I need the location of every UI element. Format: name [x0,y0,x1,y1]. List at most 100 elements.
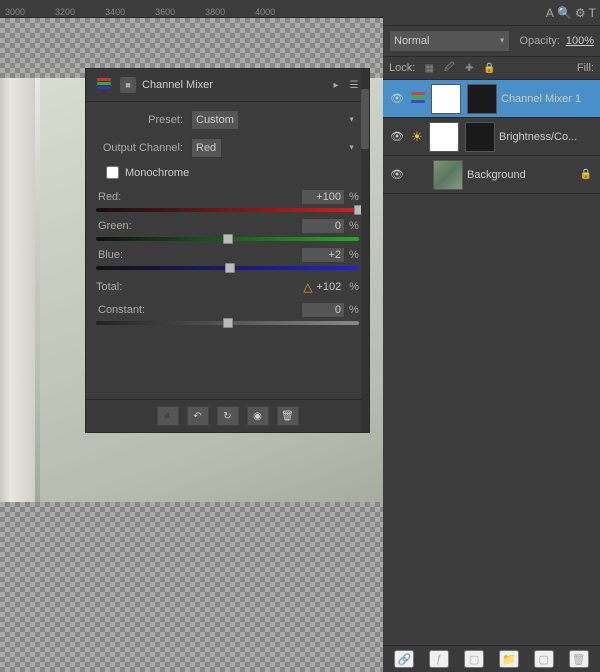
lock-icons: ▦ 🖉 ✚ 🔒 [421,60,497,76]
visibility-button[interactable]: ◉ [247,406,269,426]
red-unit: % [349,191,359,203]
fill-label: Fill: [577,62,594,74]
new-group-button[interactable]: 📁 [499,650,519,668]
layer-row-background[interactable]: 👁 Background 🔒 [383,156,600,194]
layer-mask-thumb-1 [467,84,497,114]
previous-state-button[interactable]: ↶ [187,406,209,426]
green-value-area: % [301,218,359,234]
layer-visibility-1[interactable]: 👁 [389,91,405,107]
output-channel-row: Output Channel: Red [96,138,359,158]
preset-label: Preset: [96,114,191,126]
panel-menu-button[interactable]: ☰ [347,78,361,92]
add-mask-button[interactable]: ▢ [464,650,484,668]
panel-body: Preset: Custom Output Channel: Red [86,102,369,399]
strip-settings-button[interactable]: ⚙ [575,6,586,20]
lock-image-button[interactable]: 🖉 [441,60,457,76]
panel-header: ■ Channel Mixer ▸ ☰ [86,69,369,102]
strip-tool-1[interactable]: A [546,6,554,20]
constant-slider-header: Constant: % [96,302,359,318]
delete-layer-button[interactable]: 🗑 [569,650,589,668]
delete-button[interactable]: 🗑 [277,406,299,426]
layer-type-icon-1 [409,90,427,108]
red-value-input[interactable] [301,189,345,205]
red-slider-section: Red: % [96,189,359,212]
green-label: Green: [96,220,132,232]
opacity-value[interactable]: 100% [566,35,594,47]
red-value-area: % [301,189,359,205]
constant-label: Constant: [96,304,145,316]
add-to-canvas-button[interactable]: ◾ [157,406,179,426]
layer-type-icon-2: ☀ [409,129,425,145]
lock-all-button[interactable]: 🔒 [481,60,497,76]
blue-slider-thumb[interactable] [225,263,235,273]
opacity-label: Opacity: [520,35,560,47]
red-slider-header: Red: % [96,189,359,205]
layer-thumb-2 [429,122,459,152]
output-channel-select-wrapper[interactable]: Red [191,138,359,158]
blend-mode-bar: Normal Opacity: 100% [383,26,600,57]
monochrome-checkbox[interactable] [106,166,119,179]
blend-mode-select[interactable]: Normal [389,30,510,52]
monochrome-row[interactable]: Monochrome [96,166,359,179]
green-value-input[interactable] [301,218,345,234]
transparency-checker-bottom [0,502,383,672]
layer-lock-icon-3: 🔒 [578,167,594,183]
blue-slider-track[interactable] [96,266,359,270]
green-slider-section: Green: % [96,218,359,241]
panel-scrollbar[interactable] [361,69,369,432]
layer-name-1: Channel Mixer 1 [501,93,594,105]
lock-transparency-button[interactable]: ▦ [421,60,437,76]
reset-button[interactable]: ↻ [217,406,239,426]
lock-position-button[interactable]: ✚ [461,60,477,76]
preset-row: Preset: Custom [96,110,359,130]
properties-panel: ■ Channel Mixer ▸ ☰ Preset: [85,68,370,433]
constant-slider-thumb[interactable] [223,318,233,328]
constant-value-input[interactable] [301,302,345,318]
warning-icon: △ [303,280,312,294]
ruler-top: 3000 3200 3400 3600 3800 4000 [0,0,383,18]
channel-mixer-icon [94,75,114,95]
new-layer-button[interactable]: ▢ [534,650,554,668]
canvas-content: ■ Channel Mixer ▸ ☰ Preset: [0,18,383,672]
blue-slider-section: Blue: % [96,247,359,270]
constant-value-area: % [301,302,359,318]
total-value: +102 [316,281,341,293]
link-layers-button[interactable]: 🔗 [394,650,414,668]
green-slider-header: Green: % [96,218,359,234]
constant-slider-track[interactable] [96,321,359,325]
layer-visibility-2[interactable]: 👁 [389,129,405,145]
green-slider-track[interactable] [96,237,359,241]
preset-select-wrapper[interactable]: Custom [191,110,359,130]
layer-row-channel-mixer[interactable]: 👁 Channel Mixer 1 [383,80,600,118]
layer-thumb-1 [431,84,461,114]
canvas-area: 3000 3200 3400 3600 3800 4000 [0,0,383,672]
red-label: Red: [96,191,121,203]
strip-search-button[interactable]: 🔍 [557,6,572,20]
add-style-button[interactable]: ƒ [429,650,449,668]
blend-mode-select-wrapper[interactable]: Normal [389,30,510,52]
layer-row-brightness[interactable]: 👁 ☀ Brightness/Co... [383,118,600,156]
blue-unit: % [349,249,359,261]
blue-value-input[interactable] [301,247,345,263]
strip-eye-button[interactable]: T [589,6,596,20]
panel-title-area: ■ Channel Mixer [94,75,213,95]
preset-select[interactable]: Custom [191,110,239,130]
output-channel-select[interactable]: Red [191,138,222,158]
output-channel-label: Output Channel: [96,142,191,154]
layer-thumb-3 [433,160,463,190]
red-slider-track[interactable] [96,208,359,212]
layers-empty-space [383,194,600,645]
total-value-area: △ +102 % [303,280,359,294]
layer-visibility-3[interactable]: 👁 [389,167,405,183]
green-unit: % [349,220,359,232]
panel-expand-button[interactable]: ▸ [329,78,343,92]
constant-slider-section: Constant: % [96,302,359,325]
top-tool-strip: A 🔍 ⚙ T [383,0,600,26]
total-unit: % [349,281,359,293]
green-slider-thumb[interactable] [223,234,233,244]
constant-unit: % [349,304,359,316]
panel-controls: ▸ ☰ [329,78,361,92]
blue-label: Blue: [96,249,123,261]
scrollbar-thumb[interactable] [361,89,369,149]
lock-label: Lock: [389,62,415,74]
